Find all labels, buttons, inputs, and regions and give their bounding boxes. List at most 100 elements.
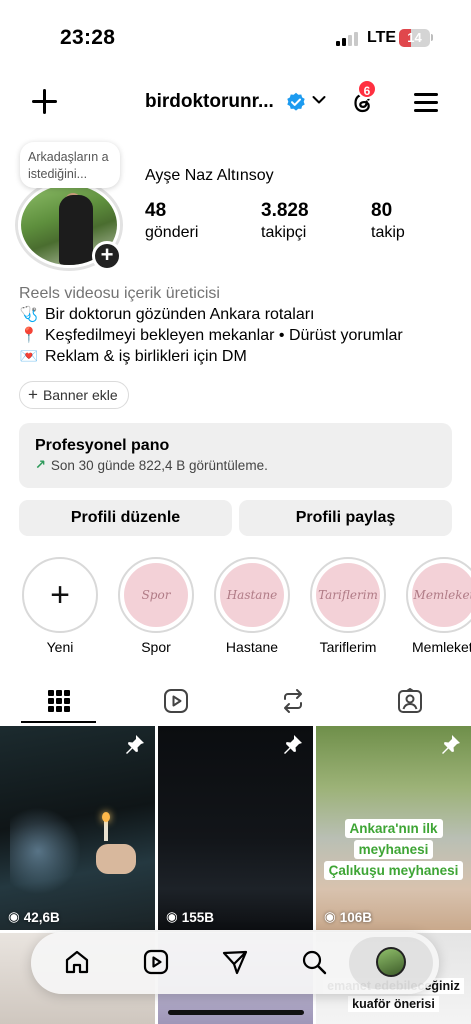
view-count: ◉ 42,6B bbox=[8, 909, 60, 925]
pin-icon bbox=[126, 735, 144, 754]
plus-icon: + bbox=[28, 385, 38, 404]
bio-line-text: Reklam & iş birlikleri için DM bbox=[45, 348, 247, 365]
reels-icon bbox=[143, 949, 169, 975]
reels-icon bbox=[164, 689, 188, 713]
search-icon bbox=[302, 950, 327, 975]
highlight-cover: Spor bbox=[118, 557, 194, 633]
battery-level: 14 bbox=[407, 30, 422, 45]
trend-up-icon: ↗ bbox=[35, 457, 46, 472]
highlight-cover: + bbox=[22, 557, 98, 633]
view-count: ◉ 106B bbox=[324, 909, 372, 925]
verified-badge-icon bbox=[287, 92, 305, 111]
post-tile[interactable]: ◉ 42,6B bbox=[0, 726, 155, 930]
network-type: LTE bbox=[367, 29, 397, 46]
bio-category: Reels videosu içerik üreticisi bbox=[19, 285, 220, 302]
profile-tabs bbox=[0, 678, 471, 724]
pin-icon bbox=[442, 735, 460, 754]
highlight-label: Spor bbox=[141, 639, 171, 655]
pin-icon: 📍 bbox=[19, 327, 39, 344]
highlight-spor[interactable]: Spor Spor bbox=[116, 557, 196, 655]
add-banner-label: Banner ekle bbox=[42, 387, 118, 403]
nav-direct[interactable] bbox=[220, 947, 250, 977]
view-count-value: 106B bbox=[339, 909, 373, 925]
send-icon bbox=[222, 950, 248, 975]
username[interactable]: birdoktorunr... bbox=[145, 91, 274, 113]
stat-label: gönderi bbox=[145, 224, 199, 241]
tab-posts[interactable] bbox=[0, 678, 118, 724]
view-count: ◉ 155B bbox=[166, 909, 214, 925]
nav-profile[interactable] bbox=[376, 947, 406, 977]
status-time: 23:28 bbox=[60, 26, 116, 49]
status-bar: 23:28 LTE 14 bbox=[0, 0, 471, 70]
stat-label: takipçi bbox=[261, 224, 307, 241]
dashboard-subtitle: ↗ Son 30 günde 822,4 B görüntüleme. bbox=[35, 457, 436, 473]
menu-icon[interactable] bbox=[414, 91, 438, 113]
bio-line-text: Bir doktorun gözünden Ankara rotaları bbox=[45, 306, 315, 323]
highlight-new[interactable]: + Yeni bbox=[20, 557, 100, 655]
post-tile[interactable]: ◉ 155B bbox=[158, 726, 313, 930]
threads-notification-badge: 6 bbox=[357, 79, 377, 99]
active-tab-indicator bbox=[21, 721, 96, 723]
cellular-signal-icon bbox=[336, 30, 358, 46]
plus-icon: + bbox=[50, 576, 70, 614]
battery-tip bbox=[431, 34, 433, 41]
highlight-hastane[interactable]: Hastane Hastane bbox=[212, 557, 292, 655]
repost-icon bbox=[284, 689, 302, 713]
stat-followers[interactable]: 3.828 takipçi bbox=[261, 200, 309, 242]
home-indicator bbox=[168, 1010, 304, 1015]
highlight-memleket[interactable]: Memleket Memleket bbox=[404, 557, 471, 655]
nav-reels[interactable] bbox=[141, 947, 171, 977]
bio-line: 💌 Reklam & iş birlikleri için DM bbox=[19, 346, 403, 367]
highlight-cover: Tariflerim bbox=[310, 557, 386, 633]
bottom-nav bbox=[31, 932, 439, 994]
post-tile[interactable]: Ankara'nın ilk meyhanesi Çalıkuşu meyhan… bbox=[316, 726, 471, 930]
add-story-icon[interactable]: + bbox=[92, 241, 122, 271]
full-name: Ayşe Naz Altınsoy bbox=[145, 167, 274, 184]
share-profile-button[interactable]: Profili paylaş bbox=[239, 500, 452, 536]
stat-value: 80 bbox=[371, 200, 393, 221]
caption-line: Çalıkuşu meyhanesi bbox=[323, 861, 464, 880]
chevron-down-icon[interactable] bbox=[312, 95, 326, 105]
highlight-cover-text: Memleket bbox=[412, 563, 471, 627]
nav-search[interactable] bbox=[299, 947, 329, 977]
highlight-label: Yeni bbox=[46, 639, 74, 655]
professional-dashboard[interactable]: Profesyonel pano ↗ Son 30 günde 822,4 B … bbox=[19, 423, 452, 488]
stat-value: 3.828 bbox=[261, 200, 309, 221]
highlight-cover-text: Spor bbox=[124, 563, 188, 627]
stat-following[interactable]: 80 takip bbox=[371, 200, 405, 242]
grid-icon bbox=[48, 690, 70, 712]
home-icon bbox=[65, 950, 89, 974]
caption-line: meyhanesi bbox=[353, 840, 434, 859]
eye-icon: ◉ bbox=[8, 909, 20, 924]
highlight-cover-text: Hastane bbox=[220, 563, 284, 627]
pin-icon bbox=[284, 735, 302, 754]
highlight-cover: Memleket bbox=[406, 557, 471, 633]
tab-tagged[interactable] bbox=[351, 678, 469, 724]
stat-posts[interactable]: 48 gönderi bbox=[145, 200, 198, 242]
tab-reposts[interactable] bbox=[234, 678, 352, 724]
caption-line: Ankara'nın ilk bbox=[344, 819, 443, 838]
dashboard-title: Profesyonel pano bbox=[35, 437, 170, 454]
profile-header: birdoktorunr... 6 bbox=[0, 78, 471, 128]
stat-value: 48 bbox=[145, 200, 167, 221]
profile-avatar-icon bbox=[376, 947, 406, 977]
profile-note-bubble[interactable]: Arkadaşların a istediğini... bbox=[20, 142, 120, 188]
view-count-value: 155B bbox=[181, 909, 215, 925]
stethoscope-icon: 🩺 bbox=[19, 306, 39, 323]
add-banner-button[interactable]: + Banner ekle bbox=[19, 381, 129, 409]
eye-icon: ◉ bbox=[324, 909, 336, 924]
highlight-tariflerim[interactable]: Tariflerim Tariflerim bbox=[308, 557, 388, 655]
create-post-icon[interactable] bbox=[32, 89, 57, 114]
highlight-cover-text: Tariflerim bbox=[316, 563, 380, 627]
caption-line: kuaför önerisi bbox=[348, 996, 439, 1012]
nav-home[interactable] bbox=[62, 947, 92, 977]
bio-line-text: Keşfedilmeyi bekleyen mekanlar • Dürüst … bbox=[45, 327, 403, 344]
tab-reels[interactable] bbox=[117, 678, 235, 724]
dashboard-subtitle-text: Son 30 günde 822,4 B görüntüleme. bbox=[50, 457, 268, 473]
stat-label: takip bbox=[371, 224, 405, 241]
edit-profile-button[interactable]: Profili düzenle bbox=[19, 500, 232, 536]
battery-icon: 14 bbox=[399, 29, 430, 47]
highlight-label: Tariflerim bbox=[319, 639, 377, 655]
bio: Reels videosu içerik üreticisi 🩺 Bir dok… bbox=[19, 283, 403, 367]
bio-line: 🩺 Bir doktorun gözünden Ankara rotaları bbox=[19, 304, 403, 325]
